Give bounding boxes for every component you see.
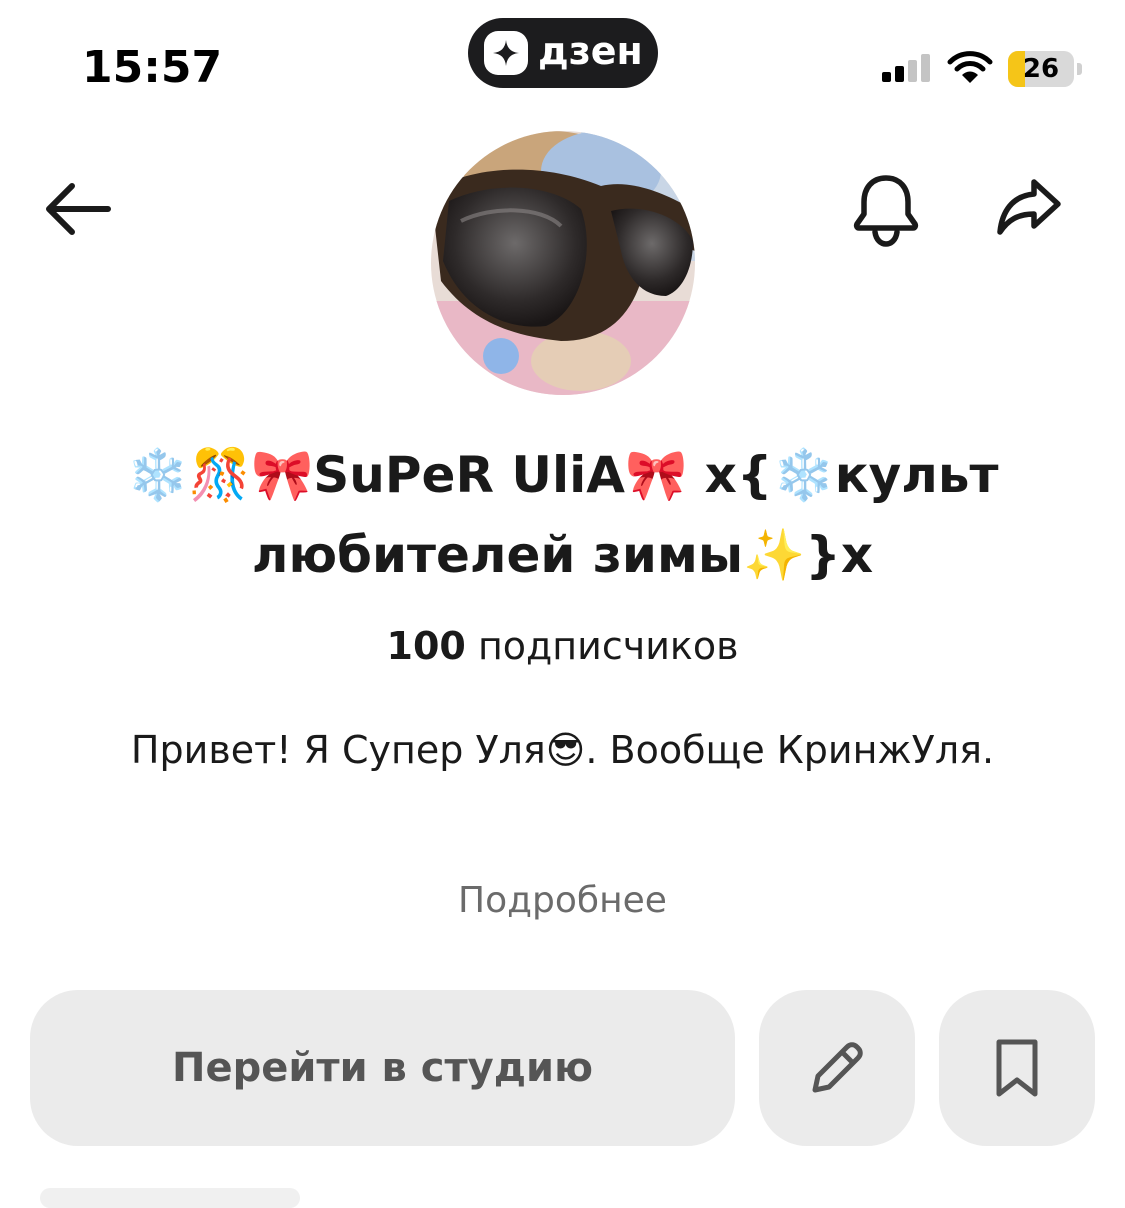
channel-description: Привет! Я Супер Уля😎. Вообще КринжУля. bbox=[130, 728, 995, 772]
next-section-edge bbox=[40, 1188, 300, 1208]
battery-indicator: 26 bbox=[1008, 51, 1082, 87]
bookmark-icon bbox=[996, 1039, 1038, 1097]
channel-title: ❄️🎊🎀SuPeR UliA🎀 x{❄️культ любителей зимы… bbox=[126, 446, 999, 584]
wifi-icon bbox=[946, 50, 994, 86]
subscribers-label: подписчиков bbox=[477, 624, 739, 668]
subscribers-count[interactable]: 100 подписчиков bbox=[0, 618, 1125, 674]
status-time: 15:57 bbox=[82, 42, 223, 93]
cellular-signal-icon bbox=[882, 52, 934, 84]
dzen-logo-icon bbox=[484, 31, 528, 75]
more-link[interactable]: Подробнее bbox=[0, 874, 1125, 928]
edit-button[interactable] bbox=[759, 990, 915, 1146]
arrow-left-icon bbox=[46, 183, 111, 235]
battery-tip bbox=[1077, 63, 1082, 75]
share-arrow-icon bbox=[997, 179, 1061, 235]
subscribers-number: 100 bbox=[386, 624, 466, 668]
battery-body: 26 bbox=[1008, 51, 1074, 87]
go-to-studio-button[interactable]: Перейти в студию bbox=[30, 990, 735, 1146]
bell-icon bbox=[853, 175, 919, 247]
bookmark-button[interactable] bbox=[939, 990, 1095, 1146]
back-button[interactable] bbox=[40, 174, 116, 244]
go-to-studio-label: Перейти в студию bbox=[172, 1045, 593, 1091]
notifications-button[interactable] bbox=[848, 170, 924, 250]
share-button[interactable] bbox=[992, 172, 1064, 244]
dzen-app-badge[interactable]: дзен bbox=[468, 18, 658, 88]
pencil-icon bbox=[812, 1042, 863, 1093]
avatar-image bbox=[431, 131, 695, 395]
dzen-label: дзен bbox=[538, 29, 643, 73]
battery-level: 26 bbox=[1022, 54, 1060, 84]
channel-avatar[interactable] bbox=[431, 131, 695, 395]
